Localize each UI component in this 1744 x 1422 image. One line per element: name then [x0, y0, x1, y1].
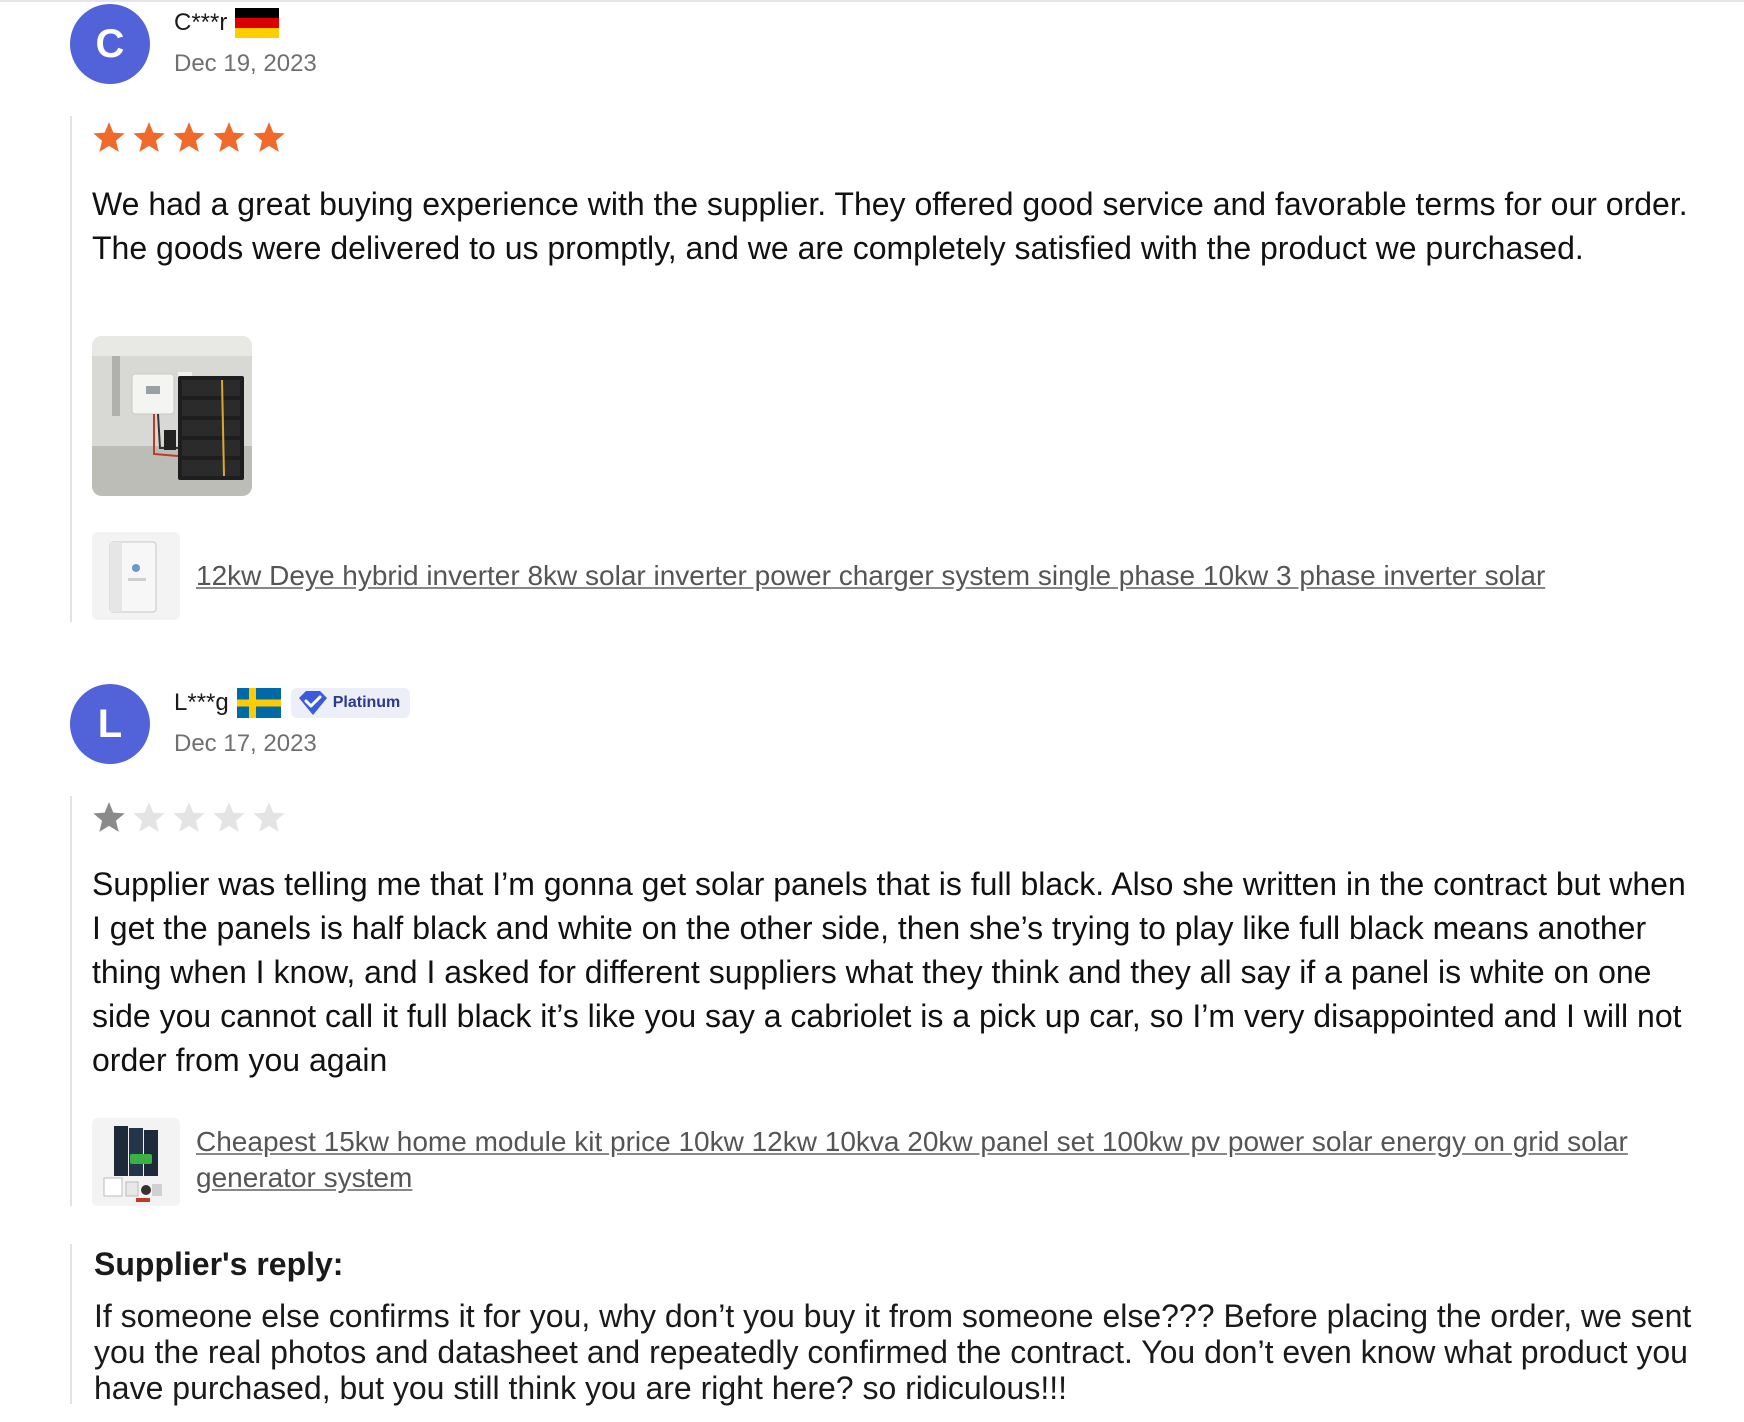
review-text: Supplier was telling me that I’m gonna g… — [92, 866, 1686, 1078]
badge-label: Platinum — [332, 694, 401, 711]
germany-flag-icon — [235, 8, 280, 38]
reply-divider-line — [70, 1244, 72, 1404]
star-filled-icon — [173, 122, 205, 152]
product-link[interactable]: 12kw Deye hybrid inverter 8kw solar inve… — [196, 558, 1676, 594]
supplier-reply-text: If someone else confirms it for you, why… — [94, 1298, 1692, 1406]
avatar: C — [70, 4, 150, 84]
product-thumbnail[interactable] — [92, 532, 180, 620]
star-filled-icon — [213, 122, 245, 152]
review-photo[interactable] — [92, 336, 252, 496]
platinum-badge: Platinum — [290, 688, 411, 718]
rating-stars — [92, 122, 286, 154]
avatar: L — [70, 684, 150, 764]
review-divider-line — [70, 796, 72, 1206]
solar-kit-product-image — [92, 1118, 180, 1206]
sweden-flag-icon — [236, 688, 281, 718]
star-filled-icon — [133, 122, 165, 152]
star-empty-icon — [133, 802, 165, 832]
reviewer-name-row: C***r — [174, 8, 280, 38]
product-thumbnail[interactable] — [92, 1118, 180, 1206]
review-date: Dec 19, 2023 — [174, 50, 317, 77]
review-divider-line — [70, 116, 72, 622]
review-text: We had a great buying experience with th… — [92, 186, 1688, 266]
review-date: Dec 17, 2023 — [174, 730, 317, 757]
inverter-battery-photo-image — [92, 336, 252, 496]
product-link[interactable]: Cheapest 15kw home module kit price 10kw… — [196, 1124, 1676, 1196]
diamond-check-icon — [298, 691, 327, 715]
star-filled-icon — [253, 122, 285, 152]
star-empty-icon — [253, 802, 285, 832]
reviewer-name-row: L***g Platinum — [174, 688, 411, 718]
reviewer-name: L***g — [174, 689, 229, 716]
inverter-product-image — [92, 532, 180, 620]
reviewer-name: C***r — [174, 9, 228, 36]
star-empty-icon — [213, 802, 245, 832]
supplier-reply-title: Supplier's reply: — [94, 1246, 344, 1282]
star-filled-icon — [93, 802, 125, 832]
rating-stars — [92, 802, 286, 834]
star-empty-icon — [173, 802, 205, 832]
top-divider — [0, 0, 1744, 2]
star-filled-icon — [93, 122, 125, 152]
